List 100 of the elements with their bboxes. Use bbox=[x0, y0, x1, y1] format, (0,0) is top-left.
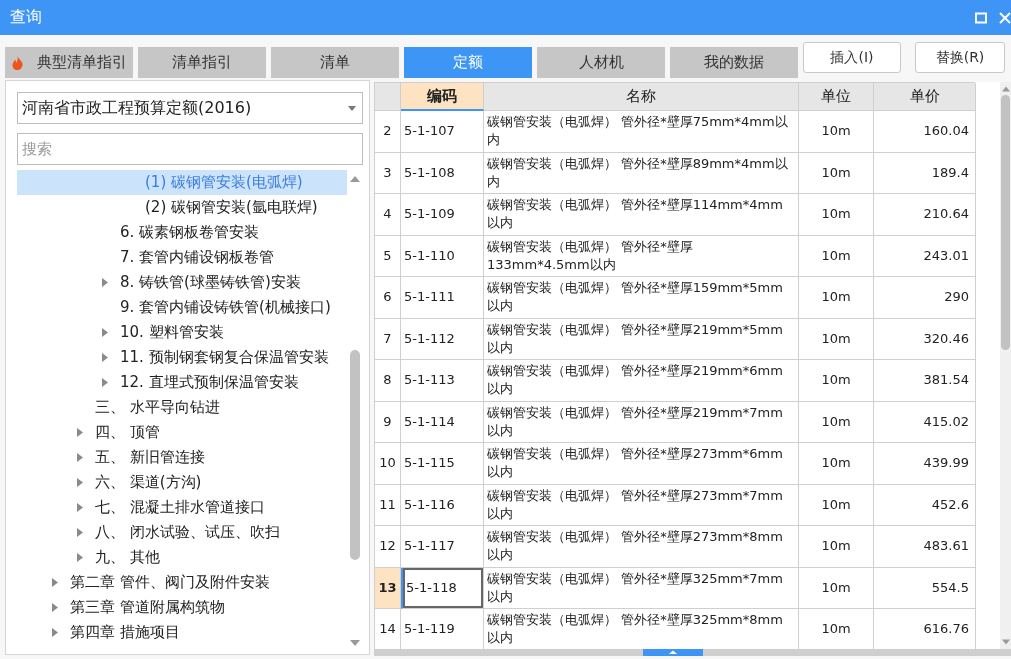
table-cell[interactable]: 10m bbox=[799, 401, 874, 443]
tab[interactable]: 清单 bbox=[271, 47, 399, 78]
caret-icon[interactable] bbox=[348, 105, 356, 111]
scroll-up-icon[interactable] bbox=[1001, 86, 1010, 92]
caret-icon[interactable] bbox=[52, 628, 58, 637]
table-cell[interactable]: 碳钢管安装（电弧焊） 管外径*壁厚133mm*4.5mm以内 bbox=[484, 235, 799, 277]
table-cell[interactable]: 5-1-114 bbox=[401, 401, 484, 443]
table-cell[interactable]: 10m bbox=[799, 526, 874, 568]
table-cell[interactable]: 452.6 bbox=[874, 484, 976, 526]
table-cell[interactable]: 160.04 bbox=[874, 111, 976, 153]
column-header[interactable]: 单价 bbox=[874, 83, 976, 111]
tab[interactable]: 典型清单指引 bbox=[5, 47, 133, 78]
table-cell[interactable]: 320.46 bbox=[874, 318, 976, 360]
caret-icon[interactable] bbox=[52, 603, 58, 612]
table-cell[interactable]: 439.99 bbox=[874, 443, 976, 485]
table-cell[interactable]: 10m bbox=[799, 152, 874, 194]
tree-item[interactable]: 11. 预制钢套钢复合保温管安装 bbox=[17, 345, 347, 370]
table-cell[interactable]: 碳钢管安装（电弧焊） 管外径*壁厚273mm*7mm以内 bbox=[484, 484, 799, 526]
table-cell[interactable]: 10m bbox=[799, 277, 874, 319]
scrollbar[interactable] bbox=[1000, 82, 1011, 649]
table-cell[interactable]: 10m bbox=[799, 194, 874, 236]
table-cell[interactable]: 5-1-113 bbox=[401, 360, 484, 402]
tree-item[interactable]: 第四章 措施项目 bbox=[17, 620, 347, 645]
table-cell[interactable]: 10m bbox=[799, 235, 874, 277]
table-cell[interactable]: 碳钢管安装（电弧焊） 管外径*壁厚75mm*4mm以内 bbox=[484, 111, 799, 153]
table-cell[interactable]: 碳钢管安装（电弧焊） 管外径*壁厚219mm*5mm以内 bbox=[484, 318, 799, 360]
maximize-icon[interactable] bbox=[975, 11, 987, 24]
tree-item[interactable]: 七、 混凝土排水管道接口 bbox=[17, 495, 347, 520]
splitter-bar[interactable] bbox=[374, 649, 1011, 656]
table-cell[interactable]: 碳钢管安装（电弧焊） 管外径*壁厚219mm*6mm以内 bbox=[484, 360, 799, 402]
tree-item[interactable]: 9. 套管内铺设铸铁管(机械接口) bbox=[17, 295, 347, 320]
scroll-thumb[interactable] bbox=[350, 350, 360, 560]
tab[interactable]: 人材机 bbox=[537, 47, 665, 78]
table-cell[interactable]: 5-1-117 bbox=[401, 526, 484, 568]
table-cell[interactable]: 5-1-116 bbox=[401, 484, 484, 526]
caret-icon[interactable] bbox=[77, 503, 83, 512]
table-cell[interactable]: 10m bbox=[799, 318, 874, 360]
row-number-cell[interactable]: 12 bbox=[375, 526, 401, 568]
table-cell[interactable]: 5-1-108 bbox=[401, 152, 484, 194]
tree-item[interactable]: 六、 渠道(方沟) bbox=[17, 470, 347, 495]
caret-icon[interactable] bbox=[77, 453, 83, 462]
toolbar-button[interactable]: 插入(I) bbox=[803, 42, 901, 73]
table-cell[interactable]: 5-1-110 bbox=[401, 235, 484, 277]
caret-icon[interactable] bbox=[102, 378, 108, 387]
tree-item[interactable]: 12. 直埋式预制保温管安装 bbox=[17, 370, 347, 395]
tree-item[interactable]: 八、 闭水试验、试压、吹扫 bbox=[17, 520, 347, 545]
table-cell[interactable]: 290 bbox=[874, 277, 976, 319]
row-number-cell[interactable]: 4 bbox=[375, 194, 401, 236]
row-number-cell[interactable]: 11 bbox=[375, 484, 401, 526]
table-cell[interactable]: 碳钢管安装（电弧焊） 管外径*壁厚325mm*7mm以内 bbox=[484, 567, 799, 609]
table-cell[interactable]: 381.54 bbox=[874, 360, 976, 402]
tree-item[interactable]: 五、 新旧管连接 bbox=[17, 445, 347, 470]
caret-icon[interactable] bbox=[52, 578, 58, 587]
tree-item[interactable]: 8. 铸铁管(球墨铸铁管)安装 bbox=[17, 270, 347, 295]
row-number-cell[interactable]: 6 bbox=[375, 277, 401, 319]
table-cell[interactable]: 碳钢管安装（电弧焊） 管外径*壁厚89mm*4mm以内 bbox=[484, 152, 799, 194]
column-header[interactable]: 单位 bbox=[799, 83, 874, 111]
row-number-cell[interactable]: 7 bbox=[375, 318, 401, 360]
caret-icon[interactable] bbox=[77, 478, 83, 487]
search-field[interactable]: 搜索 bbox=[17, 133, 363, 165]
table-cell[interactable]: 10m bbox=[799, 111, 874, 153]
caret-icon[interactable] bbox=[77, 528, 83, 537]
column-header[interactable]: 名称 bbox=[484, 83, 799, 111]
tab[interactable]: 清单指引 bbox=[138, 47, 266, 78]
table-cell[interactable]: 10m bbox=[799, 443, 874, 485]
table-cell[interactable]: 5-1-109 bbox=[401, 194, 484, 236]
row-number-cell[interactable]: 10 bbox=[375, 443, 401, 485]
row-number-cell[interactable]: 2 bbox=[375, 111, 401, 153]
table-cell[interactable]: 碳钢管安装（电弧焊） 管外径*壁厚159mm*5mm以内 bbox=[484, 277, 799, 319]
scroll-up-icon[interactable] bbox=[350, 176, 360, 182]
tab[interactable]: 我的数据 bbox=[670, 47, 798, 78]
row-number-cell[interactable]: 13 bbox=[375, 567, 401, 609]
tree-item[interactable]: 四、 顶管 bbox=[17, 420, 347, 445]
splitter-handle-icon[interactable] bbox=[642, 649, 703, 656]
table-cell[interactable]: 189.4 bbox=[874, 152, 976, 194]
table-cell[interactable]: 10m bbox=[799, 567, 874, 609]
table-cell[interactable]: 5-1-107 bbox=[401, 111, 484, 153]
tree-item[interactable]: (2) 碳钢管安装(氩电联焊) bbox=[17, 195, 347, 220]
scroll-thumb[interactable] bbox=[1001, 95, 1010, 350]
library-dropdown[interactable]: 河南省市政工程预算定额(2016) bbox=[17, 92, 363, 124]
table-cell[interactable]: 5-1-112 bbox=[401, 318, 484, 360]
tree-item[interactable]: 6. 碳素钢板卷管安装 bbox=[17, 220, 347, 245]
table-cell[interactable]: 10m bbox=[799, 360, 874, 402]
column-header[interactable]: 编码 bbox=[401, 83, 484, 111]
caret-icon[interactable] bbox=[77, 553, 83, 562]
tree-item[interactable]: 第三章 管道附属构筑物 bbox=[17, 595, 347, 620]
table-cell[interactable]: 碳钢管安装（电弧焊） 管外径*壁厚219mm*7mm以内 bbox=[484, 401, 799, 443]
table-cell[interactable]: 210.64 bbox=[874, 194, 976, 236]
tree-item[interactable]: 10. 塑料管安装 bbox=[17, 320, 347, 345]
scroll-down-icon[interactable] bbox=[1001, 639, 1010, 645]
tree-item[interactable]: 九、 其他 bbox=[17, 545, 347, 570]
table-cell[interactable]: 415.02 bbox=[874, 401, 976, 443]
close-icon[interactable] bbox=[999, 11, 1011, 24]
toolbar-button[interactable]: 替换(R) bbox=[915, 42, 1005, 73]
table-cell[interactable]: 碳钢管安装（电弧焊） 管外径*壁厚273mm*8mm以内 bbox=[484, 526, 799, 568]
table-cell[interactable]: 碳钢管安装（电弧焊） 管外径*壁厚114mm*4mm以内 bbox=[484, 194, 799, 236]
tree-item[interactable]: 7. 套管内铺设钢板卷管 bbox=[17, 245, 347, 270]
caret-icon[interactable] bbox=[102, 278, 108, 287]
table-cell[interactable]: 碳钢管安装（电弧焊） 管外径*壁厚273mm*6mm以内 bbox=[484, 443, 799, 485]
tree-item[interactable]: 第二章 管件、阀门及附件安装 bbox=[17, 570, 347, 595]
